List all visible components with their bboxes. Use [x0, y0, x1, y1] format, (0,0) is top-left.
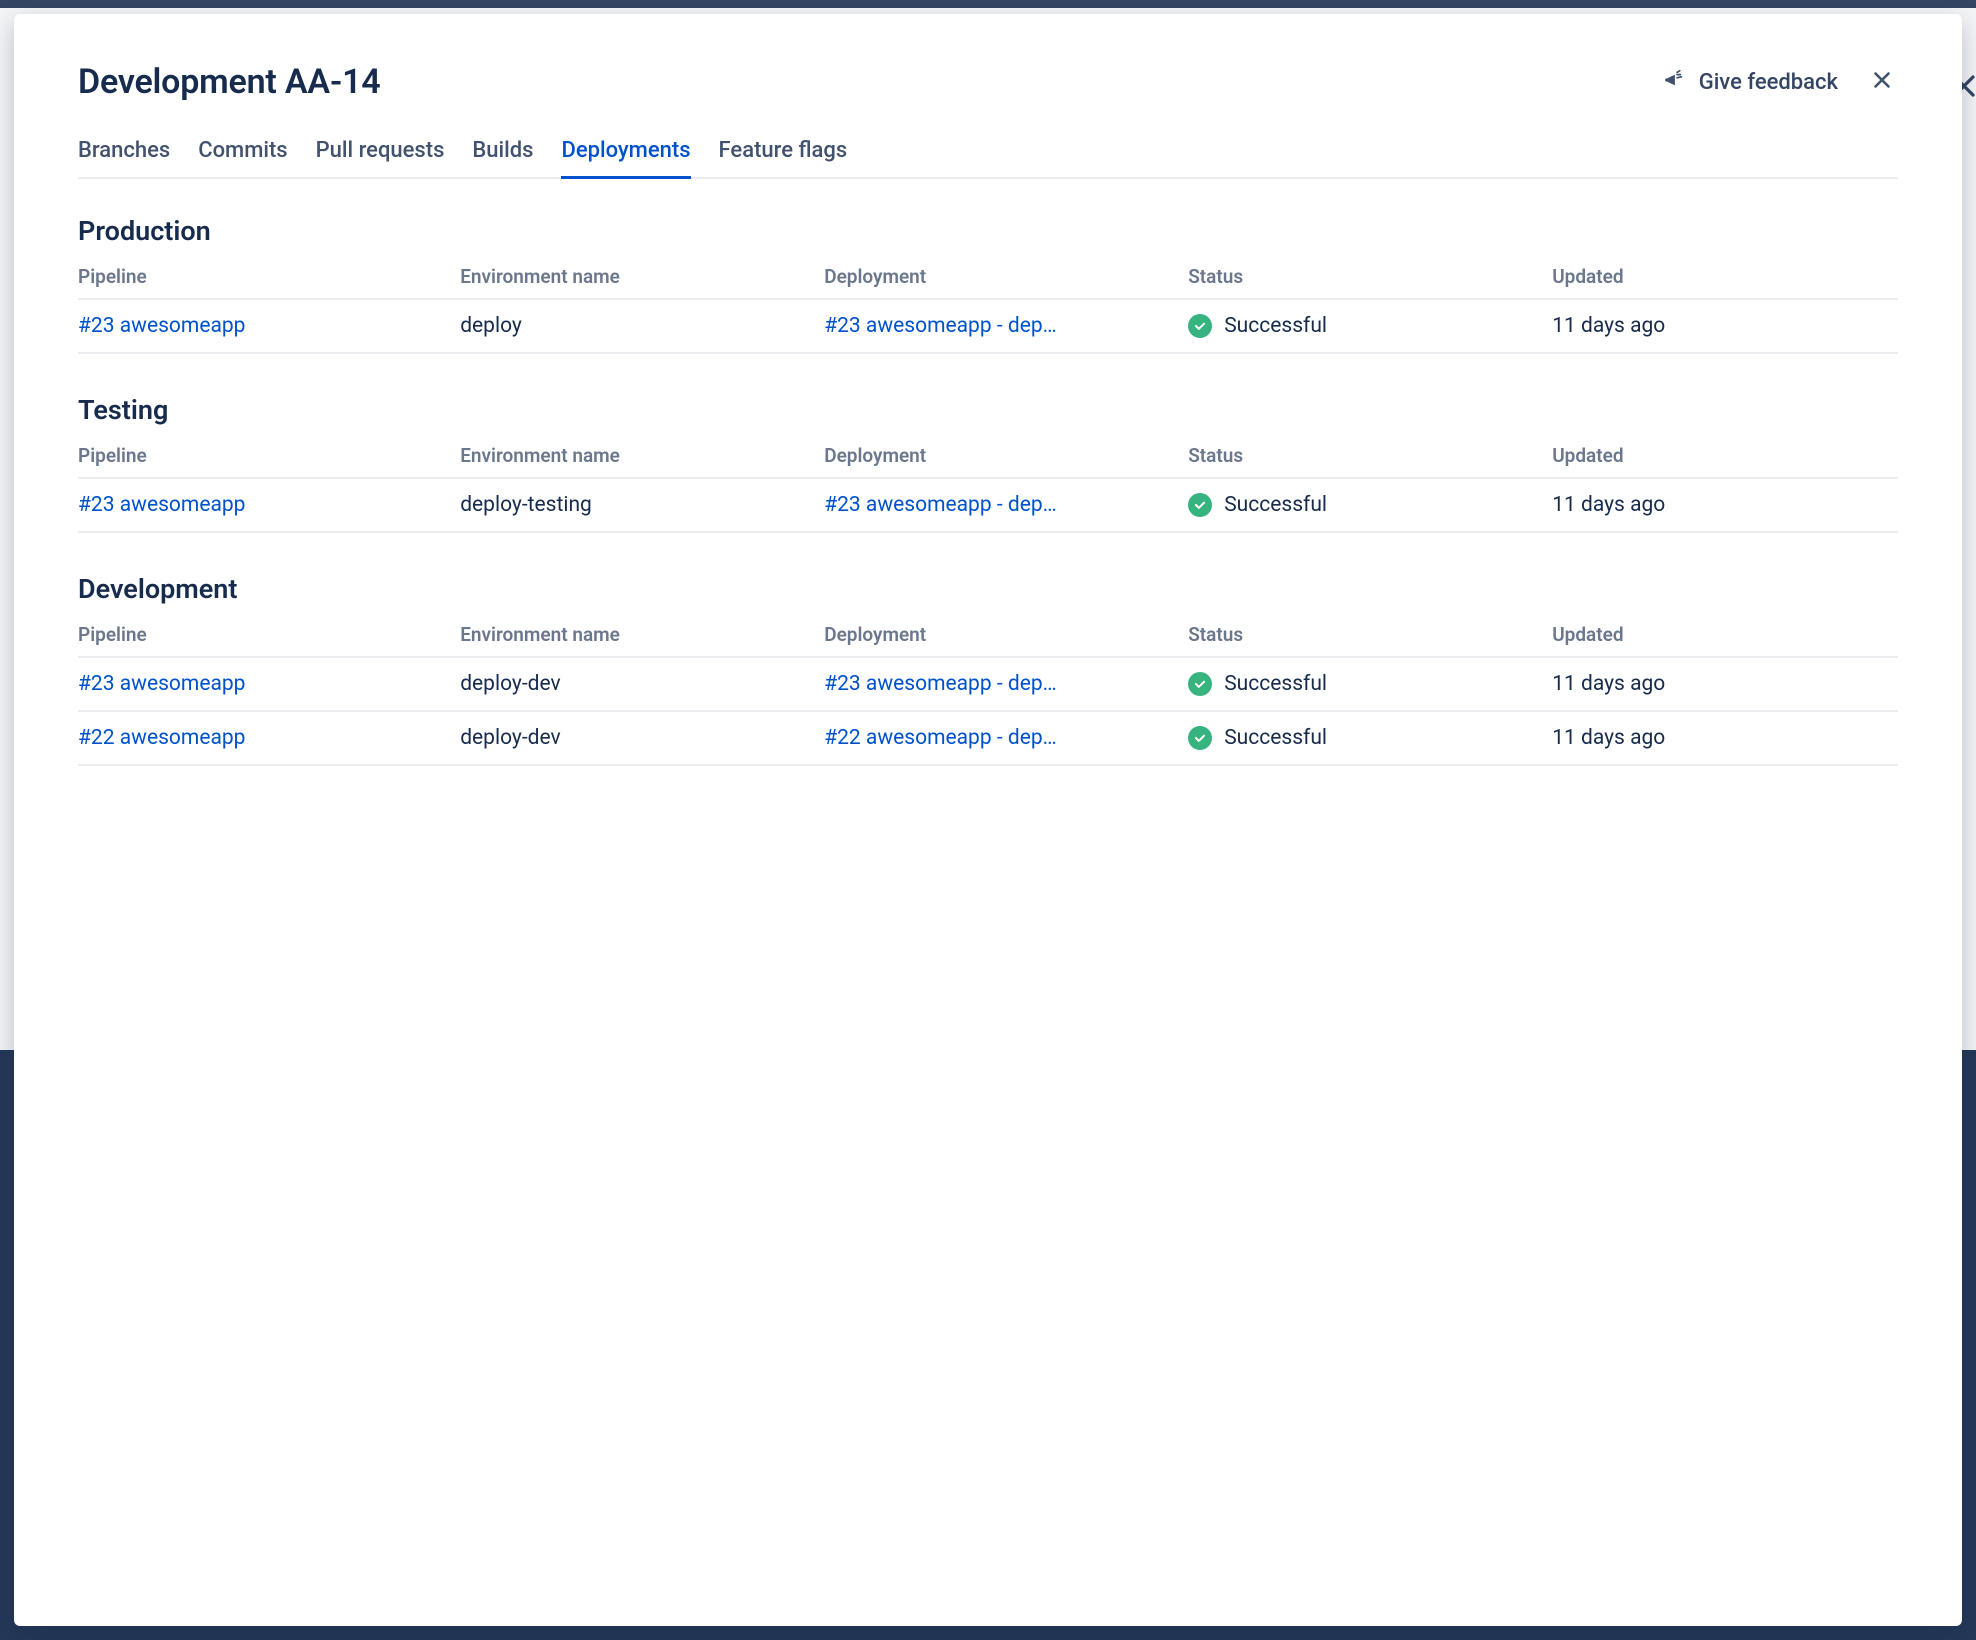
table-header-row: Pipeline Environment name Deployment Sta… [78, 255, 1898, 299]
col-env: Environment name [460, 434, 824, 478]
tab-deployments[interactable]: Deployments [561, 138, 690, 177]
status-text: Successful [1224, 726, 1327, 750]
updated-text: 11 days ago [1552, 299, 1898, 353]
table-header-row: Pipeline Environment name Deployment Sta… [78, 613, 1898, 657]
status-cell: Successful [1188, 314, 1544, 338]
section-title: Testing [78, 394, 1898, 426]
give-feedback-button[interactable]: Give feedback [1663, 67, 1838, 97]
table-row: #23 awesomeapp deploy-testing #23 awesom… [78, 478, 1898, 532]
col-pipeline: Pipeline [78, 255, 460, 299]
table-row: #23 awesomeapp deploy #23 awesomeapp - d… [78, 299, 1898, 353]
col-pipeline: Pipeline [78, 613, 460, 657]
table-row: #23 awesomeapp deploy-dev #23 awesomeapp… [78, 657, 1898, 711]
section-title: Production [78, 215, 1898, 247]
col-pipeline: Pipeline [78, 434, 460, 478]
env-name: deploy-dev [460, 711, 824, 765]
pipeline-link[interactable]: #22 awesomeapp [78, 726, 245, 750]
deployment-link[interactable]: #23 awesomeapp - dep… [824, 672, 1057, 696]
pipeline-link[interactable]: #23 awesomeapp [78, 493, 245, 517]
pipeline-link[interactable]: #23 awesomeapp [78, 314, 245, 338]
col-deployment: Deployment [824, 255, 1188, 299]
modal-actions: Give feedback [1663, 66, 1898, 98]
success-icon [1188, 672, 1212, 696]
status-text: Successful [1224, 314, 1327, 338]
updated-text: 11 days ago [1552, 657, 1898, 711]
section-title: Development [78, 573, 1898, 605]
pipeline-link[interactable]: #23 awesomeapp [78, 672, 245, 696]
tab-branches[interactable]: Branches [78, 138, 170, 177]
deployments-table: Pipeline Environment name Deployment Sta… [78, 434, 1898, 533]
tab-builds[interactable]: Builds [472, 138, 533, 177]
modal-header: Development AA-14 Give feedback [78, 62, 1898, 102]
col-status: Status [1188, 255, 1552, 299]
deployment-link[interactable]: #23 awesomeapp - dep… [824, 493, 1057, 517]
env-name: deploy-testing [460, 478, 824, 532]
status-cell: Successful [1188, 726, 1544, 750]
status-cell: Successful [1188, 493, 1544, 517]
env-name: deploy [460, 299, 824, 353]
close-icon [1869, 67, 1895, 97]
col-deployment: Deployment [824, 434, 1188, 478]
tab-commits[interactable]: Commits [198, 138, 287, 177]
status-cell: Successful [1188, 672, 1544, 696]
deployment-link[interactable]: #23 awesomeapp - dep… [824, 314, 1057, 338]
close-button[interactable] [1866, 66, 1898, 98]
deployments-table: Pipeline Environment name Deployment Sta… [78, 613, 1898, 766]
status-text: Successful [1224, 493, 1327, 517]
tab-bar: Branches Commits Pull requests Builds De… [78, 138, 1898, 179]
col-updated: Updated [1552, 255, 1898, 299]
col-env: Environment name [460, 255, 824, 299]
give-feedback-label: Give feedback [1699, 70, 1838, 95]
col-status: Status [1188, 613, 1552, 657]
deployment-link[interactable]: #22 awesomeapp - dep… [824, 726, 1057, 750]
col-status: Status [1188, 434, 1552, 478]
success-icon [1188, 726, 1212, 750]
col-deployment: Deployment [824, 613, 1188, 657]
success-icon [1188, 314, 1212, 338]
status-text: Successful [1224, 672, 1327, 696]
section-testing: Testing Pipeline Environment name Deploy… [78, 394, 1898, 533]
megaphone-icon [1663, 67, 1689, 97]
tab-feature-flags[interactable]: Feature flags [719, 138, 848, 177]
updated-text: 11 days ago [1552, 711, 1898, 765]
section-production: Production Pipeline Environment name Dep… [78, 215, 1898, 354]
deployments-table: Pipeline Environment name Deployment Sta… [78, 255, 1898, 354]
tab-pull-requests[interactable]: Pull requests [316, 138, 445, 177]
updated-text: 11 days ago [1552, 478, 1898, 532]
env-name: deploy-dev [460, 657, 824, 711]
table-row: #22 awesomeapp deploy-dev #22 awesomeapp… [78, 711, 1898, 765]
section-development: Development Pipeline Environment name De… [78, 573, 1898, 766]
col-updated: Updated [1552, 434, 1898, 478]
development-modal: Development AA-14 Give feedback [14, 14, 1962, 1626]
col-updated: Updated [1552, 613, 1898, 657]
success-icon [1188, 493, 1212, 517]
modal-title: Development AA-14 [78, 62, 381, 102]
col-env: Environment name [460, 613, 824, 657]
table-header-row: Pipeline Environment name Deployment Sta… [78, 434, 1898, 478]
